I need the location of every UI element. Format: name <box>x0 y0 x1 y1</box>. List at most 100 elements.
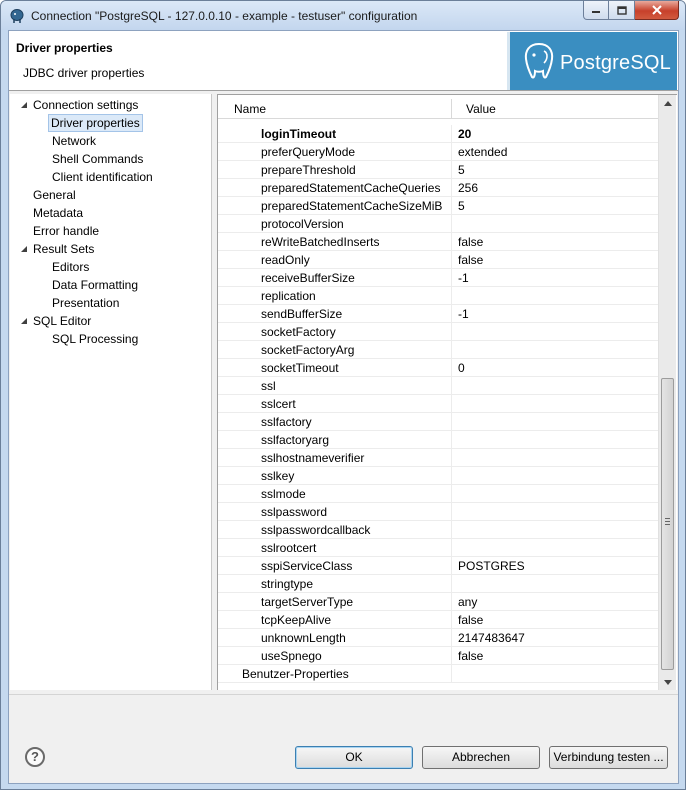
tree-item-data-formatting[interactable]: Data Formatting <box>52 276 138 294</box>
tree-item-label: Client identification <box>52 170 153 184</box>
table-row[interactable]: targetServerType any <box>218 593 658 611</box>
table-row[interactable]: sslfactory <box>218 413 658 431</box>
table-row[interactable]: protocolVersion <box>218 215 658 233</box>
property-value[interactable]: false <box>458 649 483 663</box>
grip-line <box>665 518 670 519</box>
table-row[interactable]: preparedStatementCacheSizeMiB 5 <box>218 197 658 215</box>
tree-item-metadata[interactable]: Metadata <box>33 204 83 222</box>
table-row[interactable]: stringtype <box>218 575 658 593</box>
property-value[interactable]: false <box>458 613 483 627</box>
table-row[interactable]: tcpKeepAlive false <box>218 611 658 629</box>
property-value[interactable]: POSTGRES <box>458 559 525 573</box>
property-name: sslpassword <box>261 505 328 519</box>
table-group-row[interactable]: Benutzer-Properties <box>218 665 658 683</box>
table-row[interactable]: sslkey <box>218 467 658 485</box>
test-connection-button[interactable]: Verbindung testen ... <box>549 746 668 769</box>
help-button[interactable]: ? <box>25 747 45 767</box>
title-bar[interactable]: Connection "PostgreSQL - 127.0.0.10 - ex… <box>1 1 685 30</box>
table-row[interactable]: sspiServiceClass POSTGRES <box>218 557 658 575</box>
table-row[interactable]: sslrootcert <box>218 539 658 557</box>
tree-item-sql-editor[interactable]: SQL Editor <box>18 312 91 330</box>
table-row[interactable]: socketFactory <box>218 323 658 341</box>
settings-tree: Connection settings Driver properties Ne… <box>10 94 212 690</box>
minimize-button[interactable] <box>583 1 609 20</box>
property-name: tcpKeepAlive <box>261 613 332 627</box>
table-row[interactable]: useSpnego false <box>218 647 658 665</box>
tree-item-result-sets[interactable]: Result Sets <box>18 240 94 258</box>
cancel-button[interactable]: Abbrechen <box>422 746 540 769</box>
table-row[interactable]: sslcert <box>218 395 658 413</box>
page-header: Driver properties JDBC driver properties… <box>9 31 678 91</box>
cell-separator <box>451 539 452 557</box>
tree-item-general[interactable]: General <box>33 186 76 204</box>
scroll-up-button[interactable] <box>659 95 676 112</box>
property-value[interactable]: false <box>458 253 483 267</box>
property-value[interactable]: any <box>458 595 477 609</box>
table-row[interactable]: unknownLength 2147483647 <box>218 629 658 647</box>
table-row[interactable]: preferQueryMode extended <box>218 143 658 161</box>
tree-item-client-identification[interactable]: Client identification <box>52 168 153 186</box>
table-row[interactable]: readOnly false <box>218 251 658 269</box>
property-value[interactable]: 20 <box>458 127 471 141</box>
property-value[interactable]: 0 <box>458 361 465 375</box>
vertical-scrollbar[interactable] <box>658 95 676 690</box>
property-name: sslfactoryarg <box>261 433 330 447</box>
table-row[interactable]: reWriteBatchedInserts false <box>218 233 658 251</box>
cell-separator <box>451 305 452 323</box>
close-icon <box>651 5 662 15</box>
table-row[interactable]: ssl <box>218 377 658 395</box>
cell-separator <box>451 521 452 539</box>
scroll-thumb[interactable] <box>661 378 674 670</box>
column-header-name[interactable]: Name <box>234 102 266 116</box>
tree-item-network[interactable]: Network <box>52 132 96 150</box>
tree-item-editors[interactable]: Editors <box>52 258 89 276</box>
table-row[interactable]: replication <box>218 287 658 305</box>
table-row[interactable]: sslhostnameverifier <box>218 449 658 467</box>
tree-item-shell-commands[interactable]: Shell Commands <box>52 150 143 168</box>
minimize-icon <box>592 11 600 13</box>
property-value[interactable]: 2147483647 <box>458 631 525 645</box>
property-value[interactable]: -1 <box>458 271 469 285</box>
property-name: replication <box>261 289 316 303</box>
table-row[interactable]: sendBufferSize -1 <box>218 305 658 323</box>
property-value[interactable]: 5 <box>458 163 465 177</box>
property-value[interactable]: false <box>458 235 483 249</box>
table-row[interactable]: sslpassword <box>218 503 658 521</box>
property-name: readOnly <box>261 253 310 267</box>
property-name: loginTimeout <box>261 127 337 141</box>
table-row[interactable]: socketTimeout 0 <box>218 359 658 377</box>
property-name: stringtype <box>261 577 314 591</box>
property-value[interactable]: 256 <box>458 181 478 195</box>
table-row[interactable]: loginTimeout 20 <box>218 125 658 143</box>
expanded-arrow-icon <box>21 318 27 324</box>
arrow-down-icon <box>663 680 672 685</box>
table-row[interactable]: prepareThreshold 5 <box>218 161 658 179</box>
postgresql-logo: PostgreSQL <box>507 32 677 90</box>
table-row[interactable]: sslfactoryarg <box>218 431 658 449</box>
property-name: preparedStatementCacheQueries <box>261 181 441 195</box>
column-header-value[interactable]: Value <box>466 102 496 116</box>
tree-item-sql-processing[interactable]: SQL Processing <box>52 330 138 348</box>
table-row[interactable]: sslmode <box>218 485 658 503</box>
ok-button[interactable]: OK <box>295 746 413 769</box>
close-button[interactable] <box>635 1 679 20</box>
dialog-window: Connection "PostgreSQL - 127.0.0.10 - ex… <box>0 0 686 790</box>
tree-item-presentation[interactable]: Presentation <box>52 294 119 312</box>
footer-separator <box>9 694 678 695</box>
page-title: Driver properties <box>16 41 113 55</box>
table-row[interactable]: receiveBufferSize -1 <box>218 269 658 287</box>
cell-separator <box>451 125 452 143</box>
tree-item-error-handle[interactable]: Error handle <box>33 222 99 240</box>
property-value[interactable]: extended <box>458 145 507 159</box>
tree-item-driver-properties[interactable]: Driver properties <box>48 114 143 132</box>
logo-text: PostgreSQL <box>560 52 671 74</box>
property-value[interactable]: -1 <box>458 307 469 321</box>
maximize-button[interactable] <box>609 1 635 20</box>
table-row[interactable]: preparedStatementCacheQueries 256 <box>218 179 658 197</box>
table-row[interactable]: sslpasswordcallback <box>218 521 658 539</box>
scroll-down-button[interactable] <box>659 674 676 690</box>
table-row[interactable]: socketFactoryArg <box>218 341 658 359</box>
cell-separator <box>451 503 452 521</box>
property-value[interactable]: 5 <box>458 199 465 213</box>
tree-item-connection-settings[interactable]: Connection settings <box>18 96 138 114</box>
